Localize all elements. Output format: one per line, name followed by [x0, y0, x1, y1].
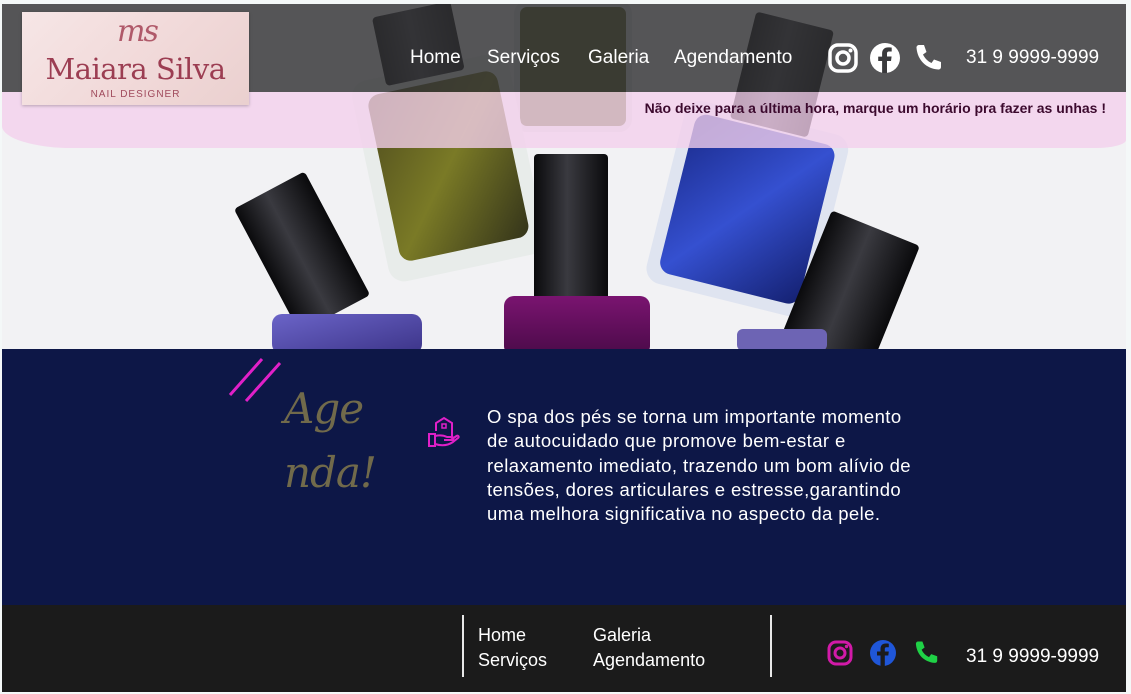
- hero-section: ms Maiara Silva NAIL DESIGNER Home Servi…: [2, 4, 1126, 349]
- hand-house-icon: [426, 415, 462, 455]
- section-description: O spa dos pés se torna um importante mom…: [487, 406, 911, 525]
- facebook-icon[interactable]: [869, 639, 897, 667]
- logo-monogram: ms: [117, 14, 159, 49]
- section-heading: Age nda!: [284, 377, 394, 505]
- decorative-slashes: [228, 358, 282, 403]
- nav-home[interactable]: Home: [410, 47, 461, 69]
- header-phone[interactable]: 31 9 9999-9999: [966, 47, 1099, 69]
- nav-galeria[interactable]: Galeria: [588, 47, 649, 69]
- brand-logo[interactable]: ms Maiara Silva NAIL DESIGNER: [22, 12, 249, 105]
- footer-link-home[interactable]: Home: [478, 625, 526, 646]
- footer-link-galeria[interactable]: Galeria: [593, 625, 651, 646]
- phone-icon[interactable]: [912, 42, 944, 74]
- page: ms Maiara Silva NAIL DESIGNER Home Servi…: [2, 4, 1126, 692]
- nav-agendamento[interactable]: Agendamento: [674, 47, 792, 69]
- promo-text: Não deixe para a última hora, marque um …: [644, 100, 1106, 116]
- heading-line-2: nda!: [284, 448, 377, 497]
- phone-icon[interactable]: [912, 639, 940, 667]
- heading-line-1: Age: [284, 384, 364, 433]
- footer-divider-left: [462, 615, 464, 677]
- agenda-section: Age nda! O spa dos pés se torna um impor…: [2, 349, 1126, 605]
- footer: Home Serviços Galeria Agendamento 31 9 9…: [2, 605, 1126, 692]
- footer-divider-right: [770, 615, 772, 677]
- footer-phone[interactable]: 31 9 9999-9999: [966, 646, 1099, 668]
- nav-servicos[interactable]: Serviços: [487, 47, 560, 69]
- footer-link-agendamento[interactable]: Agendamento: [593, 650, 705, 671]
- logo-tagline: NAIL DESIGNER: [90, 89, 181, 100]
- logo-name: Maiara Silva: [45, 52, 226, 86]
- facebook-icon[interactable]: [869, 42, 901, 74]
- instagram-icon[interactable]: [827, 42, 859, 74]
- footer-link-servicos[interactable]: Serviços: [478, 650, 547, 671]
- instagram-icon[interactable]: [826, 639, 854, 667]
